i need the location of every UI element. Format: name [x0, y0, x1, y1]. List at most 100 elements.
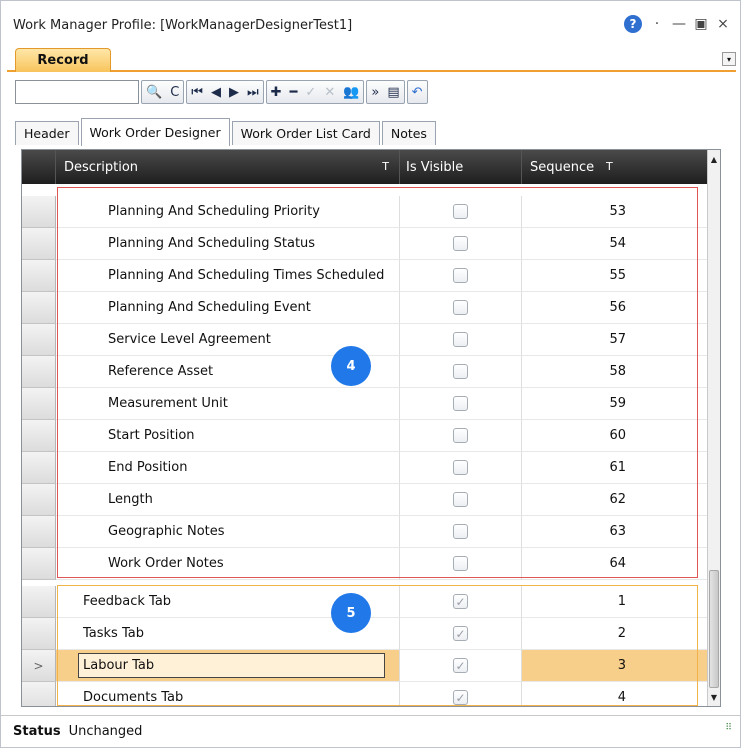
checkbox-unchecked[interactable] [453, 300, 468, 315]
resize-grip-icon[interactable]: ⠿ [725, 724, 732, 733]
options-dot-icon[interactable]: · [650, 16, 664, 32]
ribbon-tab-record[interactable]: Record [15, 48, 111, 72]
row-selector[interactable] [22, 548, 56, 580]
description-text: Measurement Unit [108, 396, 228, 411]
checkbox-checked[interactable]: ✓ [453, 690, 468, 705]
row-description: Geographic Notes [56, 516, 400, 548]
row-selector[interactable] [22, 420, 56, 452]
column-header-is-visible[interactable]: Is Visible [400, 150, 522, 184]
cancel-icon[interactable]: ✕ [324, 86, 335, 99]
row-selector[interactable]: > [22, 650, 56, 682]
table-row[interactable]: Planning And Scheduling Event 56 [22, 292, 708, 324]
row-selector[interactable] [22, 324, 56, 356]
row-is-visible [400, 260, 522, 292]
vertical-scrollbar[interactable]: ▲ ▼ [707, 150, 720, 706]
status-value: Unchanged [68, 724, 143, 739]
row-description: Length [56, 484, 400, 516]
row-sequence: 60 [522, 420, 708, 452]
refresh-icon[interactable]: C [170, 86, 179, 99]
checkbox-unchecked[interactable] [453, 460, 468, 475]
scroll-thumb[interactable] [709, 570, 719, 688]
tab-work-order-designer[interactable]: Work Order Designer [80, 118, 230, 146]
checkbox-checked[interactable]: ✓ [453, 658, 468, 673]
table-row[interactable]: End Position 61 [22, 452, 708, 484]
row-is-visible: ✓ [400, 618, 522, 650]
table-row[interactable]: Documents Tab ✓ 4 [22, 682, 708, 706]
checkbox-unchecked[interactable] [453, 236, 468, 251]
description-text: Feedback Tab [83, 594, 172, 609]
checkbox-unchecked[interactable] [453, 332, 468, 347]
search-input[interactable] [15, 80, 139, 104]
row-sequence: 56 [522, 292, 708, 324]
description-filter-icon[interactable]: T [382, 160, 389, 173]
checkbox-checked[interactable]: ✓ [453, 594, 468, 609]
tab-work-order-list-card[interactable]: Work Order List Card [231, 121, 380, 145]
row-description: Measurement Unit [56, 388, 400, 420]
undo-icon[interactable]: ↶ [412, 86, 423, 99]
scroll-up-icon[interactable]: ▲ [708, 152, 720, 166]
add-icon[interactable]: ✚ [271, 86, 282, 99]
table-row[interactable]: Start Position 60 [22, 420, 708, 452]
row-sequence: 59 [522, 388, 708, 420]
row-selector[interactable] [22, 228, 56, 260]
accept-icon[interactable]: ✓ [305, 86, 316, 99]
next-record-icon[interactable]: ▶ [229, 86, 239, 99]
row-description: Planning And Scheduling Times Scheduled [56, 260, 400, 292]
list-icon[interactable]: ▤ [387, 86, 399, 99]
checkbox-unchecked[interactable] [453, 556, 468, 571]
description-text: Start Position [108, 428, 195, 443]
last-record-icon[interactable]: ⏭ [247, 86, 259, 99]
row-is-visible [400, 228, 522, 260]
people-icon[interactable]: 👥 [343, 86, 359, 99]
row-is-visible [400, 292, 522, 324]
row-selector[interactable] [22, 452, 56, 484]
first-record-icon[interactable]: ⏮ [191, 86, 203, 99]
previous-record-icon[interactable]: ◀ [211, 86, 221, 99]
checkbox-unchecked[interactable] [453, 204, 468, 219]
row-selector[interactable] [22, 618, 56, 650]
row-selector[interactable] [22, 586, 56, 618]
table-row[interactable]: Planning And Scheduling Priority 53 [22, 196, 708, 228]
row-selector[interactable] [22, 356, 56, 388]
checkbox-unchecked[interactable] [453, 268, 468, 283]
description-text: Length [108, 492, 153, 507]
status-bar: Status Unchanged ⠿ [1, 715, 740, 747]
table-row[interactable]: Planning And Scheduling Times Scheduled 5… [22, 260, 708, 292]
column-header-sequence[interactable]: Sequence T [522, 150, 708, 184]
row-selector[interactable] [22, 484, 56, 516]
help-icon[interactable]: ? [624, 15, 642, 33]
checkbox-checked[interactable]: ✓ [453, 626, 468, 641]
table-row[interactable]: Geographic Notes 63 [22, 516, 708, 548]
checkbox-unchecked[interactable] [453, 428, 468, 443]
checkbox-unchecked[interactable] [453, 396, 468, 411]
column-header-description[interactable]: Description T [56, 150, 400, 184]
table-row[interactable]: Work Order Notes 64 [22, 548, 708, 580]
row-description: Planning And Scheduling Event [56, 292, 400, 324]
close-icon[interactable]: ⨯ [716, 16, 730, 32]
row-selector[interactable] [22, 682, 56, 706]
tab-header[interactable]: Header [15, 121, 79, 145]
row-selector[interactable] [22, 260, 56, 292]
restore-icon[interactable]: ▣ [694, 16, 708, 32]
row-selector[interactable] [22, 196, 56, 228]
minimize-icon[interactable]: — [672, 16, 686, 32]
table-row[interactable]: > Labour Tab ✓ 3 [22, 650, 708, 682]
row-selector[interactable] [22, 388, 56, 420]
ribbon-menu-icon[interactable]: ▾ [722, 52, 736, 66]
checkbox-unchecked[interactable] [453, 492, 468, 507]
checkbox-unchecked[interactable] [453, 524, 468, 539]
row-selector[interactable] [22, 292, 56, 324]
ribbon: Record ▾ [7, 46, 736, 72]
scroll-down-icon[interactable]: ▼ [708, 690, 720, 704]
search-icon[interactable]: 🔍 [146, 86, 162, 99]
row-selector[interactable] [22, 516, 56, 548]
table-row[interactable]: Planning And Scheduling Status 54 [22, 228, 708, 260]
table-row[interactable]: Measurement Unit 59 [22, 388, 708, 420]
navigation-group: ⏮ ◀ ▶ ⏭ [186, 80, 264, 104]
table-row[interactable]: Length 62 [22, 484, 708, 516]
remove-icon[interactable]: ━ [290, 86, 298, 99]
more-icon[interactable]: » [371, 86, 379, 99]
sequence-filter-icon[interactable]: T [606, 160, 613, 173]
tab-notes[interactable]: Notes [381, 121, 436, 145]
checkbox-unchecked[interactable] [453, 364, 468, 379]
